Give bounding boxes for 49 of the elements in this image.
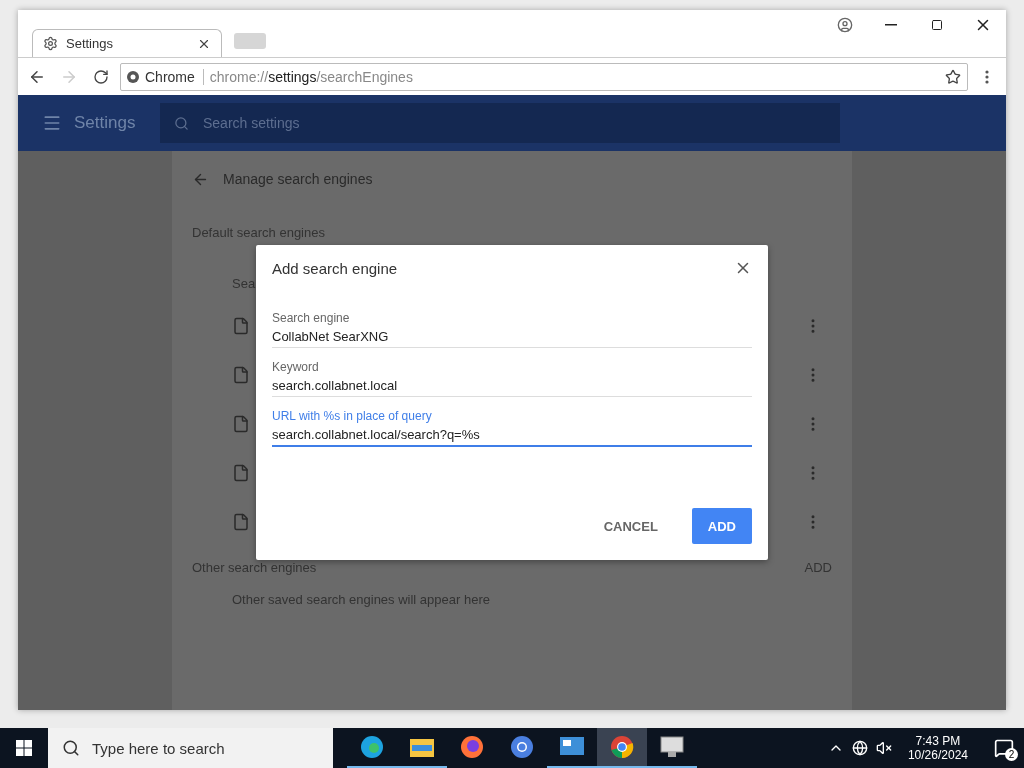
text-input[interactable]: search.collabnet.local — [272, 378, 752, 397]
bookmark-star-icon[interactable] — [945, 68, 961, 85]
taskbar-search-field[interactable]: Type here to search — [48, 728, 333, 768]
remote-desktop-icon — [560, 737, 584, 757]
menu-icon[interactable] — [42, 113, 62, 133]
fox-globe-icon — [460, 735, 484, 759]
file-icon — [232, 316, 250, 335]
settings-title: Settings — [74, 113, 137, 133]
clock[interactable]: 7:43 PM 10/26/2024 — [899, 734, 976, 762]
address-bar[interactable]: Chrome chrome://settings/searchEngines — [120, 62, 968, 91]
file-icon — [232, 365, 250, 384]
speech-bubble-icon — [994, 738, 1014, 758]
search-placeholder: Search settings — [203, 115, 300, 131]
windows-logo-icon — [16, 740, 32, 756]
search-placeholder: Type here to search — [92, 739, 225, 757]
edge-icon — [360, 735, 384, 759]
monitor-icon — [660, 736, 684, 758]
url-text: chrome://settings/searchEngines — [209, 68, 413, 85]
field-label: URL with %s in place of query — [272, 409, 433, 423]
notification-count: 2 — [1005, 748, 1018, 761]
person-icon — [837, 17, 853, 33]
minimize-icon — [885, 24, 897, 26]
muted-speaker-icon[interactable] — [875, 740, 892, 756]
more-icon — [985, 69, 989, 84]
field-label: Keyword — [272, 360, 320, 374]
search-icon — [62, 739, 80, 757]
chrome-logo-icon — [127, 70, 139, 83]
search-icon — [174, 115, 189, 131]
dialog-title: Add search engine — [272, 259, 398, 277]
folder-icon — [410, 737, 434, 757]
file-icon — [232, 414, 250, 433]
globe-icon[interactable] — [851, 740, 868, 756]
add-button[interactable]: ADD — [691, 508, 752, 544]
cancel-button[interactable]: CANCEL — [587, 508, 674, 544]
settings-tab[interactable]: Settings — [32, 29, 222, 57]
chrome-icon — [610, 735, 634, 759]
text-input[interactable]: CollabNet SearXNG — [272, 329, 752, 348]
tab-title: Settings — [66, 36, 114, 51]
field-label: Search engine — [272, 311, 351, 325]
maximize-icon — [931, 19, 943, 31]
reload-icon — [93, 68, 109, 85]
site-chip: Chrome — [145, 68, 204, 85]
notifications-button[interactable]: 2 — [984, 728, 1024, 768]
circle-icon — [510, 735, 534, 759]
gear-icon — [43, 36, 58, 51]
text-input[interactable]: search.collabnet.local/search?q=%s — [272, 427, 752, 447]
file-icon — [232, 463, 250, 482]
page-title: Manage search engines — [223, 171, 373, 187]
file-icon — [232, 512, 250, 531]
